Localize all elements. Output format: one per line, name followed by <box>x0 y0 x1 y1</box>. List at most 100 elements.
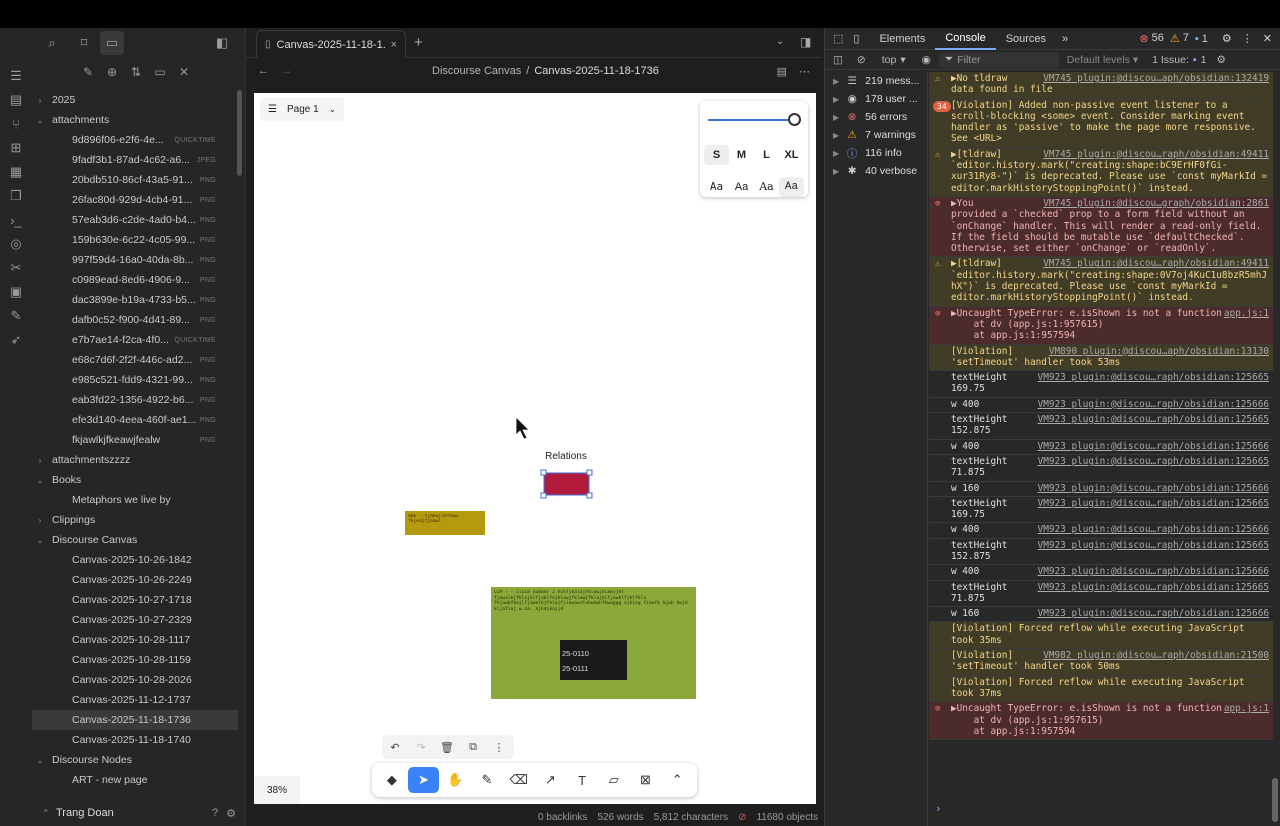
console-filter-item[interactable]: ▶ ☰ 219 mess... <box>825 72 927 90</box>
levels-select[interactable]: Default levels ▾ <box>1067 54 1138 66</box>
console-message-log[interactable]: textHeight 169.75 VM923 plugin:@discou…ra… <box>929 497 1273 524</box>
tree-file[interactable]: eab3fd22-1356-4922-b6... PNG <box>32 390 238 410</box>
console-filter-item[interactable]: ▶ ⓘ 116 info <box>825 144 927 162</box>
list-icon[interactable]: ☰ <box>0 64 32 88</box>
plugin-icon[interactable]: ▣ <box>0 280 32 304</box>
tree-folder[interactable]: ⌄ Discourse Nodes <box>32 750 238 770</box>
console-message-log[interactable]: textHeight 71.875 VM923 plugin:@discou…ra… <box>929 581 1273 608</box>
backlinks-count[interactable]: 0 backlinks <box>538 812 587 823</box>
tab-close-icon[interactable]: × <box>391 39 397 51</box>
breadcrumb-current[interactable]: Canvas-2025-11-18-1736 <box>534 65 659 77</box>
tree-folder[interactable]: ⌄ Discourse Canvas <box>32 530 238 550</box>
tab-canvas[interactable]: ▯ Canvas-2025-11-18-1... × <box>256 30 406 58</box>
console-source-link[interactable]: VM923 plugin:@discou…raph/obsidian:12566… <box>1038 582 1269 593</box>
tab-console[interactable]: Console <box>935 28 996 50</box>
new-tab-button[interactable]: + <box>414 34 423 51</box>
console-message-log[interactable]: textHeight 152.875 VM923 plugin:@discou…r… <box>929 413 1273 440</box>
tree-file[interactable]: e985c521-fdd9-4321-99... PNG <box>32 370 238 390</box>
console-sidebar-icon[interactable]: ◫ <box>825 54 849 66</box>
tree-file[interactable]: 20bdb510-86cf-43a5-91... PNG <box>32 170 238 190</box>
image-tool-icon[interactable]: ⊠ <box>630 767 662 793</box>
console-source-link[interactable]: VM745 plugin:@discou…aph/obsidian:132419 <box>1043 73 1269 85</box>
console-source-link[interactable]: VM745 plugin:@discou…graph/obsidian:2861 <box>1043 197 1269 210</box>
console-source-link[interactable]: VM923 plugin:@discou…raph/obsidian:12566… <box>1038 456 1269 467</box>
select-tool-icon[interactable]: ➤ <box>407 767 440 793</box>
console-message-log[interactable]: w 400 VM923 plugin:@discou…raph/obsidian:… <box>929 398 1273 414</box>
discourse-tool-icon[interactable]: ◆ <box>376 767 408 793</box>
back-arrow-icon[interactable]: ← <box>258 65 269 77</box>
redo-icon[interactable]: ↷ <box>408 741 434 754</box>
tree-file[interactable]: Canvas-2025-11-18-1740 <box>32 730 238 750</box>
sidebar-scrollbar[interactable] <box>237 90 242 176</box>
tree-file[interactable]: e68c7d6f-2f2f-446c-ad2... PNG <box>32 350 238 370</box>
tree-folder[interactable]: ⌄ Books <box>32 470 238 490</box>
inspect-element-icon[interactable]: ⬚ <box>825 32 849 45</box>
tab-elements[interactable]: Elements <box>869 28 935 50</box>
new-note-icon[interactable]: ✎ <box>80 64 96 80</box>
console-source-link[interactable]: VM923 plugin:@discou…raph/obsidian:12566… <box>1038 608 1269 619</box>
warning-count-badge[interactable]: ⚠ 7 <box>1170 32 1189 45</box>
devtools-menu-icon[interactable]: ⋮ <box>1242 32 1253 45</box>
tree-file[interactable]: Canvas-2025-11-12-1737 <box>32 690 238 710</box>
arrow-tool-icon[interactable]: ↗ <box>535 767 567 793</box>
console-message-log[interactable]: textHeight 169.75 VM923 plugin:@discou…ra… <box>929 371 1273 398</box>
console-filter-item[interactable]: ▶ ⚠ 7 warnings <box>825 126 927 144</box>
selection-handle[interactable] <box>540 492 547 499</box>
tree-file[interactable]: 26fac80d-929d-4cb4-91... PNG <box>32 190 238 210</box>
selection-handle[interactable] <box>540 469 547 476</box>
bookmark-icon[interactable]: ⌑ <box>68 31 100 55</box>
relation-node-shape[interactable] <box>543 472 590 496</box>
tab-sources[interactable]: Sources <box>996 28 1056 50</box>
tree-file[interactable]: 997f59d4-16a0-40da-8b... PNG <box>32 250 238 270</box>
device-toolbar-icon[interactable]: ▯ <box>849 32 869 45</box>
context-select[interactable]: top ▾ <box>874 54 914 66</box>
reading-mode-icon[interactable]: ▤ <box>777 65 787 78</box>
tree-file[interactable]: Canvas-2025-10-27-1718 <box>32 590 238 610</box>
calendar-icon[interactable]: ▦ <box>0 160 32 184</box>
sync-error-icon[interactable]: ⊘ <box>738 812 746 823</box>
console-message-err[interactable]: ⊗ ▶Uncaught TypeError: e.isShown is not a… <box>929 702 1273 741</box>
console-source-link[interactable]: VM923 plugin:@discou…raph/obsidian:12566… <box>1038 540 1269 551</box>
zoom-level[interactable]: 38% <box>254 776 300 804</box>
console-source-link[interactable]: VM923 plugin:@discou…raph/obsidian:12566… <box>1038 399 1269 410</box>
tree-file[interactable]: e7b7ae14-f2ca-4f0... QUICKTIME <box>32 330 238 350</box>
grid-icon[interactable]: ⊞ <box>0 136 32 160</box>
undo-icon[interactable]: ↶ <box>382 741 408 754</box>
draw-tool-icon[interactable]: ✎ <box>471 767 503 793</box>
console-message-log[interactable]: w 400 VM923 plugin:@discou…raph/obsidian:… <box>929 440 1273 455</box>
note-tool-icon[interactable]: ▱ <box>598 767 630 793</box>
console-message-log[interactable]: w 160 VM923 plugin:@discou…raph/obsidian:… <box>929 607 1273 623</box>
collapse-all-icon[interactable]: ✕ <box>176 64 192 80</box>
more-options-icon[interactable]: ⋯ <box>799 65 810 78</box>
vault-chevron-icon[interactable]: ⌃ <box>42 808 56 819</box>
tree-file[interactable]: Canvas-2025-10-27-2329 <box>32 610 238 630</box>
tree-file[interactable]: c0989ead-8ed6-4906-9... PNG <box>32 270 238 290</box>
tree-file[interactable]: dafb0c52-f900-4d41-89... PNG <box>32 310 238 330</box>
tree-file[interactable]: efe3d140-4eea-460f-ae1... PNG <box>32 410 238 430</box>
tree-file[interactable]: Canvas-2025-10-28-1117 <box>32 630 238 650</box>
console-source-link[interactable]: VM923 plugin:@discou…raph/obsidian:12566… <box>1038 524 1269 535</box>
info-count-badge[interactable]: ▪ 1 <box>1195 33 1208 45</box>
tree-file[interactable]: dac3899e-b19a-4733-b5... PNG <box>32 290 238 310</box>
console-message-warn[interactable]: ⚠ ▶No tldraw data found in file VM745 plug… <box>929 72 1273 99</box>
collapse-view-icon[interactable]: ▭ <box>152 64 168 80</box>
tree-file[interactable]: Metaphors we live by <box>32 490 238 510</box>
console-message-log[interactable]: textHeight 152.875 VM923 plugin:@discou…r… <box>929 539 1273 566</box>
console-message-log[interactable]: w 160 VM923 plugin:@discou…raph/obsidian:… <box>929 482 1273 497</box>
tree-folder[interactable]: › 2025 <box>32 90 238 110</box>
rocket-icon[interactable]: ➶ <box>0 328 32 352</box>
sort-icon[interactable]: ⇅ <box>128 64 144 80</box>
dark-node-shape[interactable] <box>560 640 627 680</box>
tools-icon[interactable]: ✂ <box>0 256 32 280</box>
more-actions-icon[interactable]: ⋮ <box>486 741 512 754</box>
brush-icon[interactable]: ✎ <box>0 304 32 328</box>
console-source-link[interactable]: VM923 plugin:@discou…raph/obsidian:12566… <box>1038 414 1269 425</box>
console-message-log[interactable]: w 400 VM923 plugin:@discou…raph/obsidian:… <box>929 523 1273 539</box>
tree-file[interactable]: ART - new page <box>32 770 238 790</box>
tree-file[interactable]: Canvas-2025-11-18-1736 <box>32 710 238 730</box>
console-source-link[interactable]: app.js:1 <box>1223 307 1269 319</box>
console-source-link[interactable]: VM923 plugin:@discou…raph/obsidian:12566… <box>1038 372 1269 383</box>
tree-file[interactable]: Canvas-2025-10-28-1159 <box>32 650 238 670</box>
new-folder-icon[interactable]: ⊕ <box>104 64 120 80</box>
console-message-warn[interactable]: [Violation] Forced reflow while executin… <box>929 622 1273 650</box>
